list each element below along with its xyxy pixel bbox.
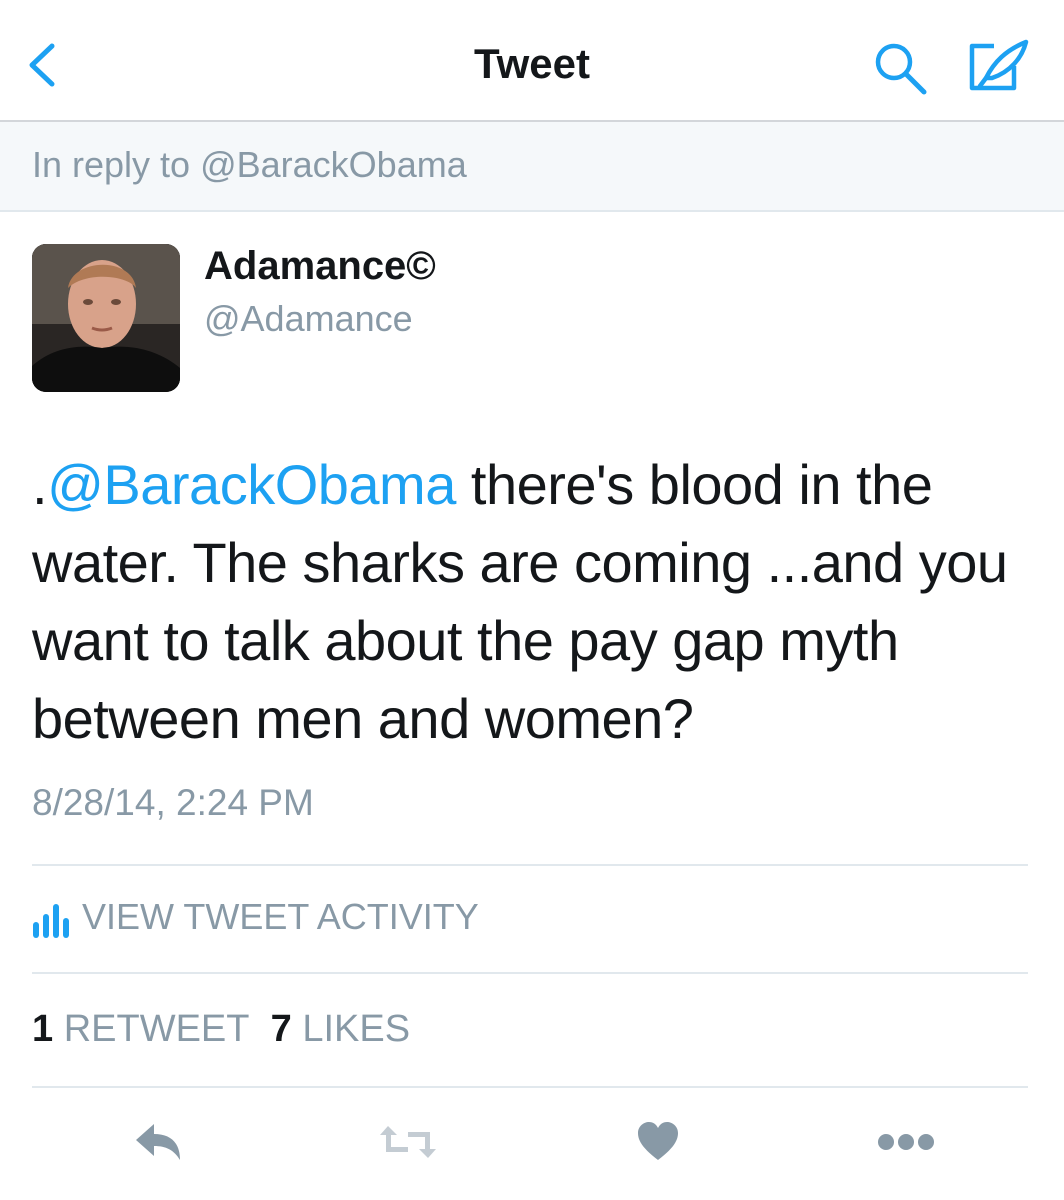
retweet-label: RETWEET [63, 1008, 250, 1050]
divider [32, 972, 1028, 974]
like-heart-icon[interactable] [636, 1120, 680, 1167]
likes-label: LIKES [302, 1008, 411, 1050]
divider [32, 864, 1028, 866]
more-dots-icon[interactable] [876, 1130, 936, 1159]
divider [32, 1086, 1028, 1088]
mention-link[interactable]: @BarackObama [47, 453, 456, 516]
retweet-count: 1 [32, 1008, 54, 1050]
tweet-text: .@BarackObama there's blood in the water… [32, 446, 1042, 758]
likes-count: 7 [270, 1008, 292, 1050]
view-tweet-activity-label: VIEW TWEET ACTIVITY [82, 896, 479, 937]
retweet-icon[interactable] [378, 1122, 438, 1167]
retweets-stat[interactable]: 1 RETWEET [32, 1008, 249, 1050]
avatar[interactable] [32, 244, 180, 392]
author-name[interactable]: Adamance© [204, 244, 436, 289]
search-icon[interactable] [872, 40, 930, 98]
likes-stat[interactable]: 7 LIKES [271, 1008, 410, 1050]
tweet-timestamp: 8/28/14, 2:24 PM [32, 782, 314, 823]
top-nav-bar: Tweet [0, 0, 1064, 122]
tweet-text-prefix: . [32, 453, 48, 516]
in-reply-to-text: In reply to @BarackObama [32, 144, 467, 185]
author-handle[interactable]: @Adamance [204, 298, 413, 340]
in-reply-to-bar[interactable]: In reply to @BarackObama [0, 122, 1064, 212]
reply-icon[interactable] [132, 1120, 184, 1169]
compose-tweet-icon[interactable] [964, 38, 1032, 96]
tweet-stats: 1 RETWEET 7 LIKES [32, 1008, 410, 1051]
bar-chart-icon [32, 898, 70, 940]
